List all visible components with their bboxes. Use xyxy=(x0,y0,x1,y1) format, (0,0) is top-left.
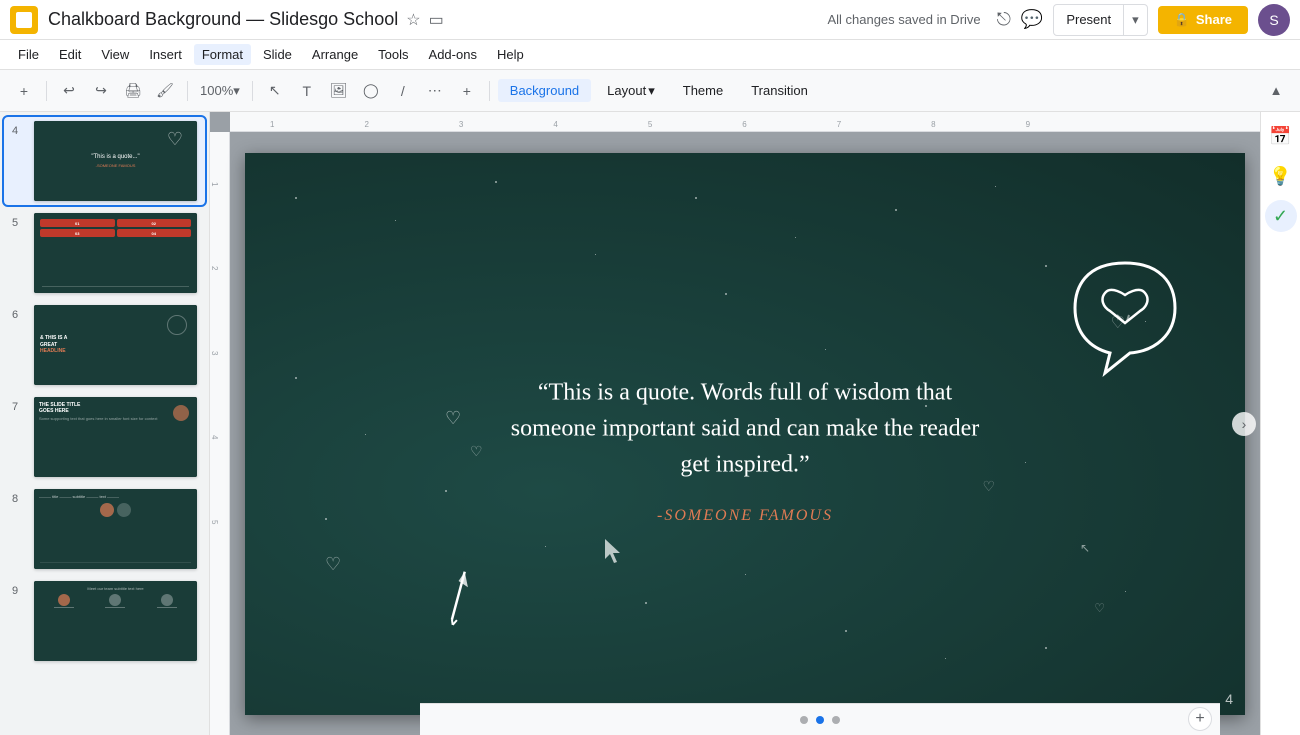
slide-preview-4: "This is a quote..." -SOMEONE FAMOUS ♡ xyxy=(34,121,197,201)
more-tools[interactable]: ⋯ xyxy=(421,77,449,105)
folder-icon[interactable]: ▭ xyxy=(429,10,444,30)
menu-format[interactable]: Format xyxy=(194,44,251,65)
bulb-icon: 💡 xyxy=(1269,166,1291,187)
heart-icon-6: ♡ xyxy=(1094,601,1105,615)
bottom-bar: + xyxy=(420,703,1220,735)
menu-help[interactable]: Help xyxy=(489,44,532,65)
ruler-left: 1 2 3 4 5 xyxy=(210,132,230,735)
bottom-dot-1[interactable] xyxy=(800,716,808,724)
slide-thumb-4[interactable]: 4 "This is a quote..." -SOMEONE FAMOUS ♡ xyxy=(4,117,205,205)
canvas-area: 1 2 3 4 5 6 7 8 9 1 2 3 4 5 xyxy=(210,112,1260,735)
doc-title: Chalkboard Background — Slidesgo School xyxy=(48,9,398,30)
menu-insert[interactable]: Insert xyxy=(141,44,190,65)
toolbar-minimize[interactable]: ▲ xyxy=(1262,77,1290,105)
present-label[interactable]: Present xyxy=(1054,5,1124,35)
layout-label: Layout xyxy=(607,83,646,98)
lock-icon: 🔒 xyxy=(1174,12,1190,28)
select-tool[interactable]: ↖ xyxy=(261,77,289,105)
line-tool[interactable]: / xyxy=(389,77,417,105)
quote-text[interactable]: “This is a quote. Words full of wisdom t… xyxy=(495,374,995,482)
check-circle-icon: ✓ xyxy=(1273,206,1288,227)
paint-format-button[interactable]: 🖌 xyxy=(151,77,179,105)
present-button[interactable]: Present ▾ xyxy=(1053,4,1147,36)
bottom-dot-3[interactable] xyxy=(832,716,840,724)
menu-addons[interactable]: Add-ons xyxy=(421,44,485,65)
menu-file[interactable]: File xyxy=(10,44,47,65)
zoom-value: 100% xyxy=(200,83,233,98)
cursor-decoration xyxy=(600,537,630,570)
zoom-control[interactable]: 100% ▾ xyxy=(196,83,244,99)
comment-add-button[interactable]: + xyxy=(453,77,481,105)
header-right: ⎋ 💬 Present ▾ 🔒 Share S xyxy=(997,4,1290,36)
mouse-cursor: ↖ xyxy=(1080,541,1090,555)
bottom-dot-2[interactable] xyxy=(816,716,824,724)
menu-arrange[interactable]: Arrange xyxy=(304,44,366,65)
next-slide-arrow[interactable]: › xyxy=(1232,412,1256,436)
heart-icon-3: ♡ xyxy=(1111,313,1125,333)
check-panel-button[interactable]: ✓ xyxy=(1265,200,1297,232)
right-panel: 📅 💡 ✓ xyxy=(1260,112,1300,735)
slide-thumb-8[interactable]: 8 ——— title ——— subtitle ——— text ——— xyxy=(4,485,205,573)
slide-canvas[interactable]: ♡ ♡ ♡ ♡ ♡ ♡ xyxy=(245,153,1245,715)
title-bar: Chalkboard Background — Slidesgo School … xyxy=(0,0,1300,40)
slide-num-7: 7 xyxy=(12,397,26,413)
image-tool[interactable]: 🖼 xyxy=(325,77,353,105)
menu-view[interactable]: View xyxy=(93,44,137,65)
redo-button[interactable]: ↪ xyxy=(87,77,115,105)
slide-preview-6: & THIS IS AGREATHEADLINE xyxy=(34,305,197,385)
autosave-status: All changes saved in Drive xyxy=(827,12,980,27)
menu-edit[interactable]: Edit xyxy=(51,44,89,65)
share-button[interactable]: 🔒 Share xyxy=(1158,6,1248,34)
slide-preview-8: ——— title ——— subtitle ——— text ——— xyxy=(34,489,197,569)
slide-thumb-5[interactable]: 5 01 02 03 04 xyxy=(4,209,205,297)
background-button[interactable]: Background xyxy=(498,79,591,102)
menu-bar: File Edit View Insert Format Slide Arran… xyxy=(0,40,1300,70)
add-slide-button[interactable]: + xyxy=(10,77,38,105)
slide-thumb-6[interactable]: 6 & THIS IS AGREATHEADLINE xyxy=(4,301,205,389)
present-dropdown-arrow[interactable]: ▾ xyxy=(1124,5,1147,35)
slide-preview-7: THE SLIDE TITLEGOES HERE Some supporting… xyxy=(34,397,197,477)
slide-num-4: 4 xyxy=(12,121,26,137)
slide-thumb-9[interactable]: 9 Meet our team subtitle text here xyxy=(4,577,205,665)
slide-preview-9: Meet our team subtitle text here xyxy=(34,581,197,661)
ruler-top: 1 2 3 4 5 6 7 8 9 xyxy=(230,112,1260,132)
add-slide-bottom-button[interactable]: + xyxy=(1188,707,1212,731)
bulb-panel-button[interactable]: 💡 xyxy=(1265,160,1297,192)
calendar-icon: 📅 xyxy=(1269,126,1291,147)
author-content: -SOMEONE FAMOUS xyxy=(657,507,833,524)
heart-icon-4: ♡ xyxy=(325,554,341,575)
calendar-panel-button[interactable]: 📅 xyxy=(1265,120,1297,152)
shapes-tool[interactable]: ◯ xyxy=(357,77,385,105)
main-area: 4 "This is a quote..." -SOMEONE FAMOUS ♡… xyxy=(0,112,1300,735)
slide-page-number: 4 xyxy=(1225,691,1233,707)
app-icon xyxy=(10,6,38,34)
heart-speech-bubble xyxy=(1065,253,1185,386)
slide-num-8: 8 xyxy=(12,489,26,505)
text-tool[interactable]: T xyxy=(293,77,321,105)
print-button[interactable]: 🖨 xyxy=(119,77,147,105)
star-icon[interactable]: ☆ xyxy=(406,10,420,30)
toolbar: + ↩ ↪ 🖨 🖌 100% ▾ ↖ T 🖼 ◯ / ⋯ + Backgroun… xyxy=(0,70,1300,112)
undo-button[interactable]: ↩ xyxy=(55,77,83,105)
quote-author[interactable]: -SOMEONE FAMOUS xyxy=(657,507,833,525)
share-label: Share xyxy=(1196,12,1232,27)
transition-button[interactable]: Transition xyxy=(739,79,820,102)
trend-button[interactable]: ⎋ xyxy=(997,9,1011,30)
comment-button[interactable]: 💬 xyxy=(1021,9,1043,30)
slide-thumb-7[interactable]: 7 THE SLIDE TITLEGOES HERE Some supporti… xyxy=(4,393,205,481)
quote-content: “This is a quote. Words full of wisdom t… xyxy=(511,379,979,477)
slide-num-9: 9 xyxy=(12,581,26,597)
layout-button[interactable]: Layout ▾ xyxy=(595,79,667,103)
heart-icon-2: ♡ xyxy=(470,443,483,460)
avatar[interactable]: S xyxy=(1258,4,1290,36)
menu-slide[interactable]: Slide xyxy=(255,44,300,65)
slide-preview-5: 01 02 03 04 xyxy=(34,213,197,293)
theme-button[interactable]: Theme xyxy=(671,79,735,102)
heart-icon-1: ♡ xyxy=(445,408,461,429)
slide-sidebar: 4 "This is a quote..." -SOMEONE FAMOUS ♡… xyxy=(0,112,210,735)
title-icons: ☆ ▭ xyxy=(406,10,443,30)
menu-tools[interactable]: Tools xyxy=(370,44,416,65)
slide-num-5: 5 xyxy=(12,213,26,229)
slide-num-6: 6 xyxy=(12,305,26,321)
